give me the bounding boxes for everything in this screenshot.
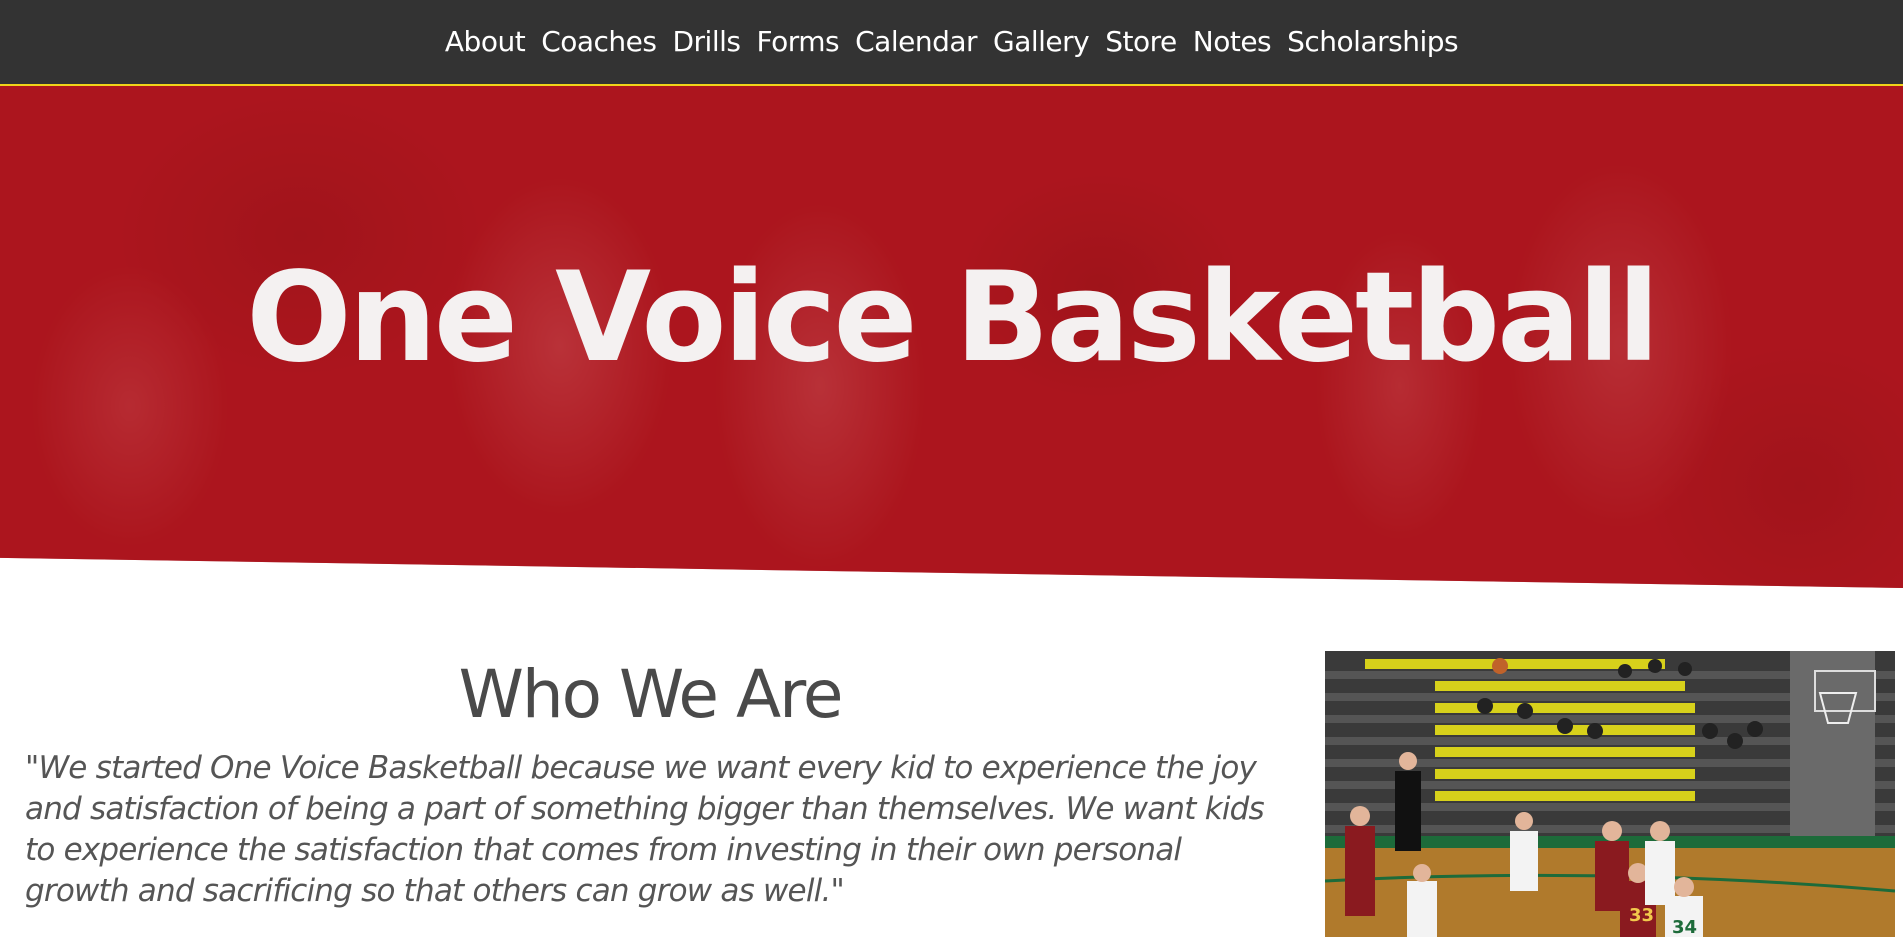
- top-navigation: About Coaches Drills Forms Calendar Gall…: [0, 0, 1903, 86]
- nav-item-drills[interactable]: Drills: [664, 0, 748, 85]
- mission-quote: "We started One Voice Basketball because…: [25, 750, 1265, 909]
- nav-item-store[interactable]: Store: [1097, 0, 1185, 85]
- nav-item-notes[interactable]: Notes: [1185, 0, 1279, 85]
- nav-item-forms[interactable]: Forms: [748, 0, 847, 85]
- game-photo: 33 34: [1325, 651, 1895, 937]
- nav-menu: About Coaches Drills Forms Calendar Gall…: [437, 0, 1466, 85]
- nav-item-scholarships[interactable]: Scholarships: [1279, 0, 1466, 85]
- game-photo-illustration: 33 34: [1325, 651, 1895, 937]
- nav-item-coaches[interactable]: Coaches: [533, 0, 664, 85]
- nav-item-about[interactable]: About: [437, 0, 533, 85]
- nav-item-calendar[interactable]: Calendar: [847, 0, 985, 85]
- site-title: One Voice Basketball: [246, 246, 1660, 390]
- jersey-number-33: 33: [1629, 905, 1654, 926]
- nav-item-gallery[interactable]: Gallery: [985, 0, 1097, 85]
- section-heading: Who We Are: [458, 656, 844, 733]
- jersey-number-34: 34: [1672, 917, 1697, 937]
- hero-banner: One Voice Basketball: [0, 86, 1903, 588]
- who-we-are-section: Who We Are "We started One Voice Basketb…: [0, 650, 1300, 912]
